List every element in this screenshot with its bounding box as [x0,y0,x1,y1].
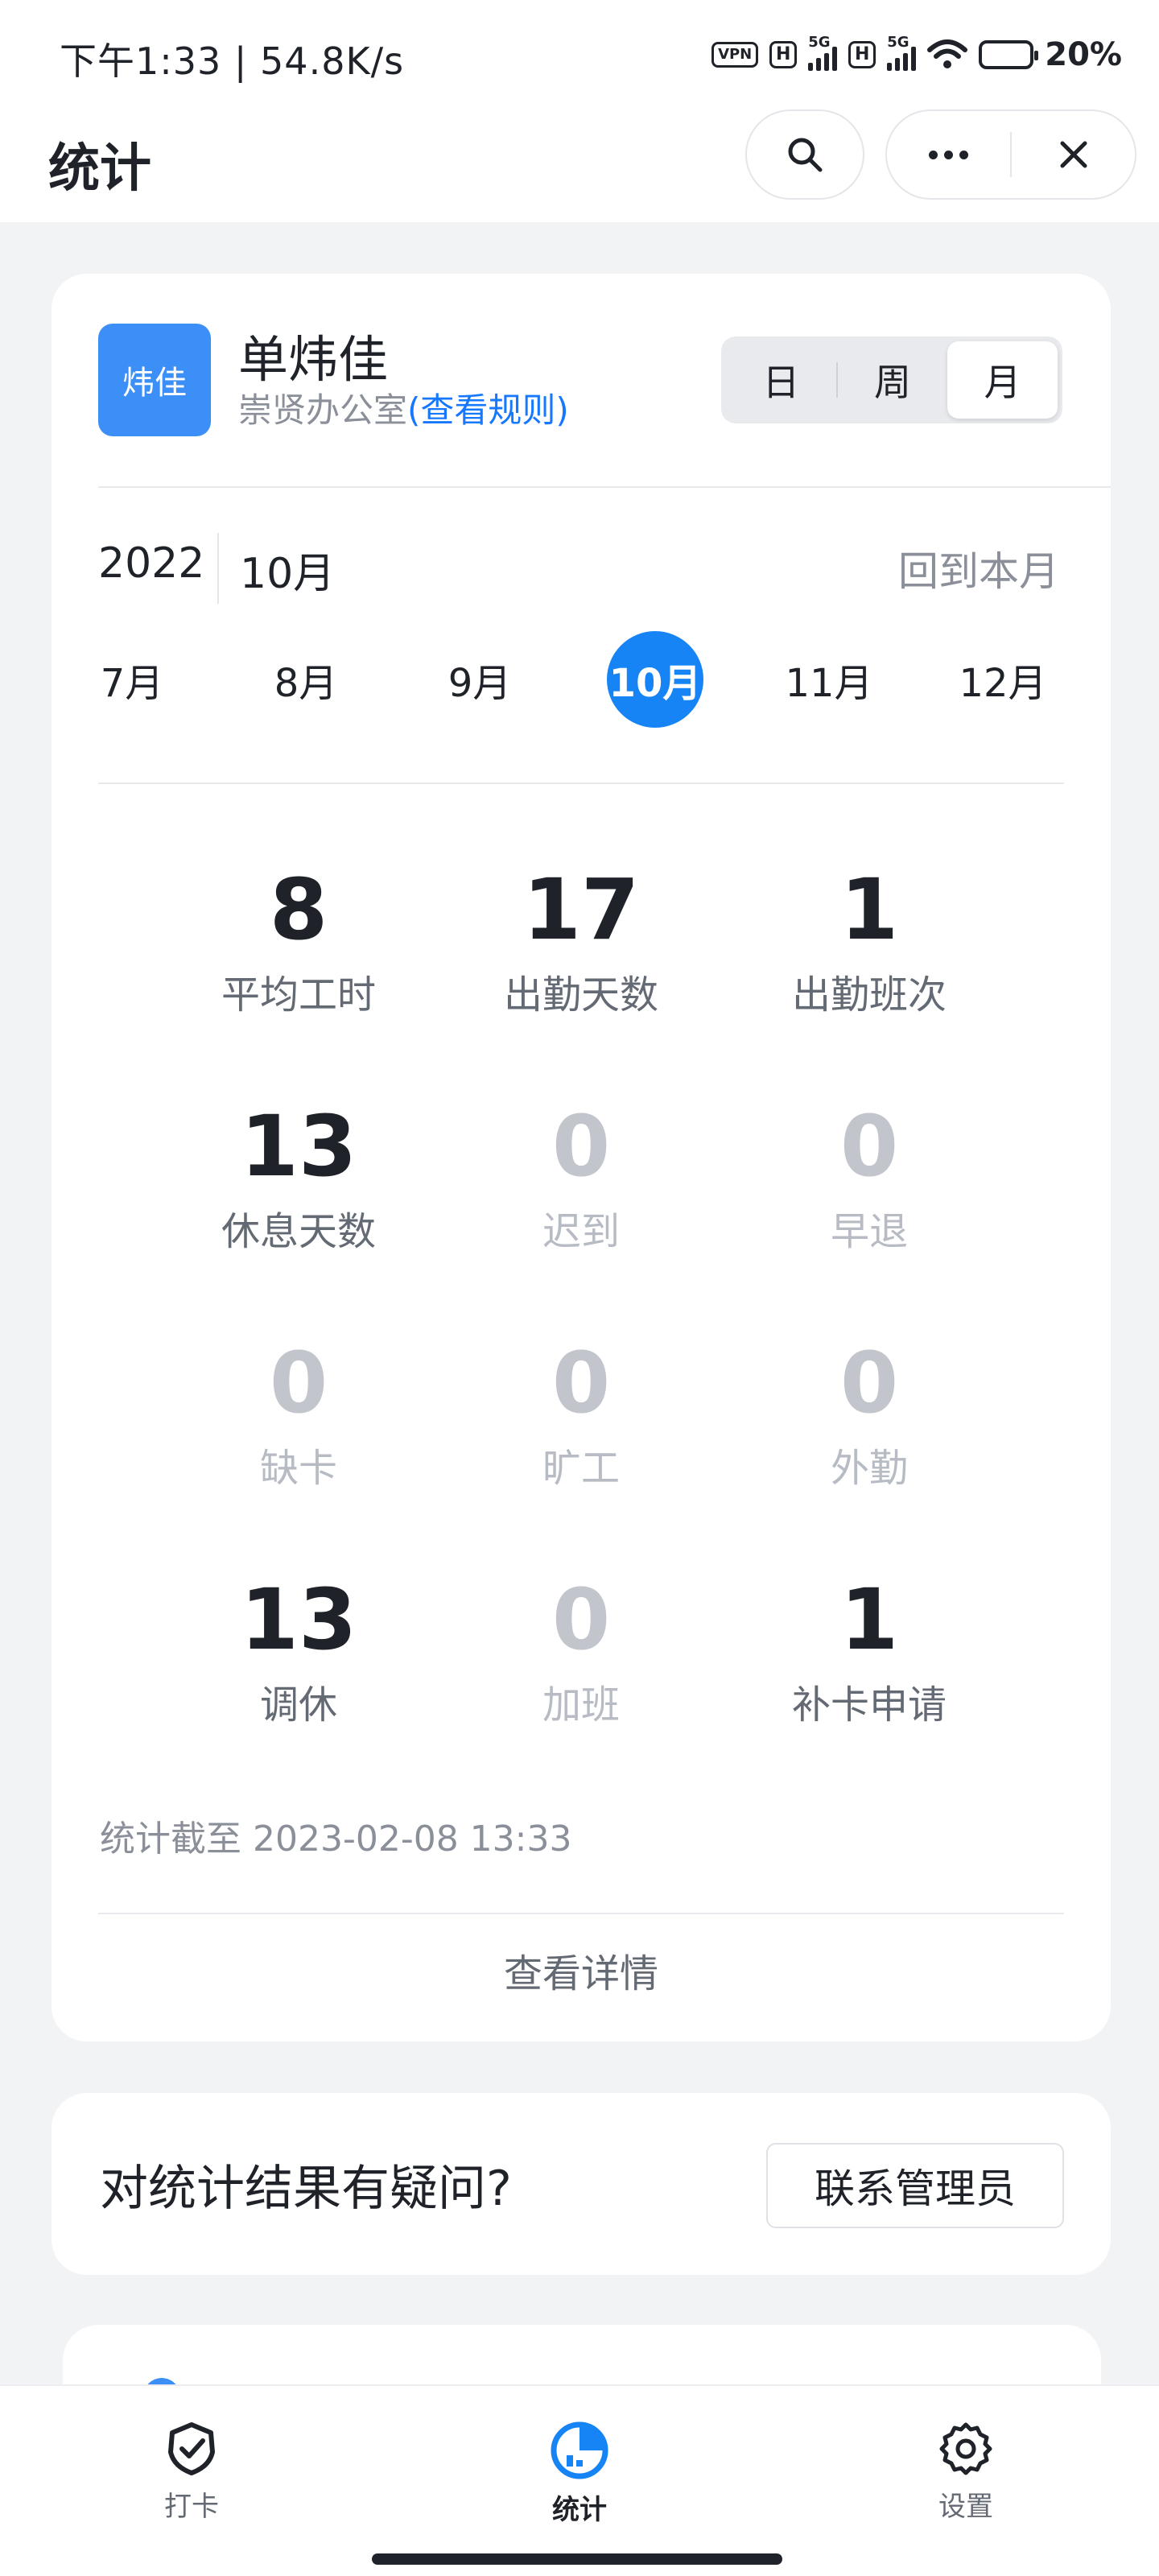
user-office: 崇贤办公室(查看规则) [238,383,569,432]
stat-value: 8 [269,861,328,959]
nav-settings[interactable]: 设置 [885,2420,1046,2524]
nav-punch[interactable]: 打卡 [111,2420,272,2524]
month-selector: 7月 8月 9月 10月 11月 12月 [84,631,1082,728]
stat-early-leave[interactable]: 0 早退 [708,1098,1030,1256]
office-name: 崇贤办公室 [238,390,408,430]
month-item-jul[interactable]: 7月 [84,631,180,728]
stat-label: 补卡申请 [791,1682,947,1728]
stat-value: 0 [269,1334,328,1432]
hd-icon-2: H [848,41,876,68]
stat-absent[interactable]: 0 旷工 [420,1335,742,1492]
month-label[interactable]: 10月 [240,539,335,600]
stat-makeup-request[interactable]: 1 补卡申请 [708,1571,1030,1729]
stat-value: 1 [839,861,899,959]
month-item-aug[interactable]: 8月 [258,631,354,728]
bottom-nav: 打卡 统计 设置 [0,2384,1159,2576]
stats-as-of: 统计截至 2023-02-08 13:33 [100,1818,572,1860]
view-details-link[interactable]: 查看详情 [52,1942,1111,1998]
more-icon [929,150,968,159]
wifi-icon [927,39,968,68]
stat-label: 旷工 [542,1446,620,1491]
stat-label: 出勤班次 [791,972,947,1018]
app-header: 统计 [0,103,1159,222]
stat-attendance-days[interactable]: 17 出勤天数 [420,861,742,1019]
stat-label: 加班 [542,1682,620,1728]
status-indicators: VPN H 5G H 5G 20% [711,32,1122,77]
stat-shifts[interactable]: 1 出勤班次 [708,861,1030,1019]
stat-missed-punch[interactable]: 0 缺卡 [138,1335,460,1492]
stat-value: 13 [240,1571,357,1669]
month-item-dec[interactable]: 12月 [955,631,1051,728]
stat-value: 1 [839,1571,899,1669]
more-button[interactable] [887,111,1010,198]
home-indicator[interactable] [372,2553,782,2565]
stat-value: 17 [522,861,640,959]
nav-label: 统计 [552,2494,607,2526]
status-time: 下午1:33 | 54.8K/s [60,39,405,83]
stat-label: 外勤 [830,1446,908,1491]
stat-avg-hours[interactable]: 8 平均工时 [138,861,460,1019]
signal-icon-2: 5G [887,34,917,71]
search-button[interactable] [745,109,864,200]
stat-value: 0 [551,1097,611,1195]
stats-card: 炜佳 单炜佳 崇贤办公室(查看规则) 日 周 月 2022 10月 回到本月 7… [52,274,1111,2041]
avatar: 炜佳 [98,324,211,436]
month-item-sep[interactable]: 9月 [431,631,528,728]
stats-chart-icon [551,2421,608,2479]
status-bar: 下午1:33 | 54.8K/s VPN H 5G H 5G 20% [0,0,1159,103]
stat-value: 0 [839,1097,899,1195]
vpn-icon: VPN [711,42,759,68]
signal-icon: 5G [808,34,838,71]
question-card: 对统计结果有疑问? 联系管理员 [52,2093,1111,2275]
mini-app-capsule [885,109,1136,200]
close-button[interactable] [1012,111,1135,198]
battery-icon [979,40,1039,69]
nav-label: 设置 [938,2491,993,2523]
stat-label: 调休 [259,1682,337,1728]
stat-label: 迟到 [542,1209,620,1254]
stat-overtime[interactable]: 0 加班 [420,1571,742,1729]
view-rules-link[interactable]: (查看规则) [407,390,569,430]
check-badge-icon [168,2422,215,2475]
stat-late[interactable]: 0 迟到 [420,1098,742,1256]
stat-value: 0 [551,1571,611,1669]
divider-top [98,486,1111,488]
tab-day[interactable]: 日 [726,341,836,419]
hd-icon: H [769,41,798,68]
page-title: 统计 [48,139,151,199]
stat-rest-days[interactable]: 13 休息天数 [138,1098,460,1256]
nav-label: 打卡 [164,2491,219,2523]
divider-bottom [98,1913,1064,1914]
close-icon [1060,141,1087,168]
stat-label: 缺卡 [259,1446,337,1491]
stat-label: 休息天数 [221,1209,376,1254]
question-text: 对统计结果有疑问? [100,2161,512,2217]
period-divider [217,533,219,604]
stat-value: 13 [240,1097,357,1195]
tab-week[interactable]: 周 [838,341,948,419]
nav-stats[interactable]: 统计 [499,2420,660,2527]
stat-comp-leave[interactable]: 13 调休 [138,1571,460,1729]
battery-level: 20% [1045,36,1122,73]
stat-label: 平均工时 [221,972,376,1018]
month-item-nov[interactable]: 11月 [781,631,877,728]
divider-months [98,782,1064,784]
stat-label: 早退 [830,1209,908,1254]
search-icon [788,138,823,172]
range-segmented-control: 日 周 月 [721,336,1062,423]
stat-value: 0 [551,1334,611,1432]
year-label[interactable]: 2022 [98,539,204,588]
stat-value: 0 [839,1334,899,1432]
stat-label: 出勤天数 [503,972,658,1018]
contact-admin-button[interactable]: 联系管理员 [766,2143,1064,2228]
month-item-oct[interactable]: 10月 [607,631,703,728]
gear-icon [939,2422,992,2475]
back-to-current-month-button[interactable]: 回到本月 [898,539,1059,597]
user-name: 单炜佳 [238,330,389,389]
stat-field-work[interactable]: 0 外勤 [708,1335,1030,1492]
tab-month[interactable]: 月 [947,341,1058,419]
